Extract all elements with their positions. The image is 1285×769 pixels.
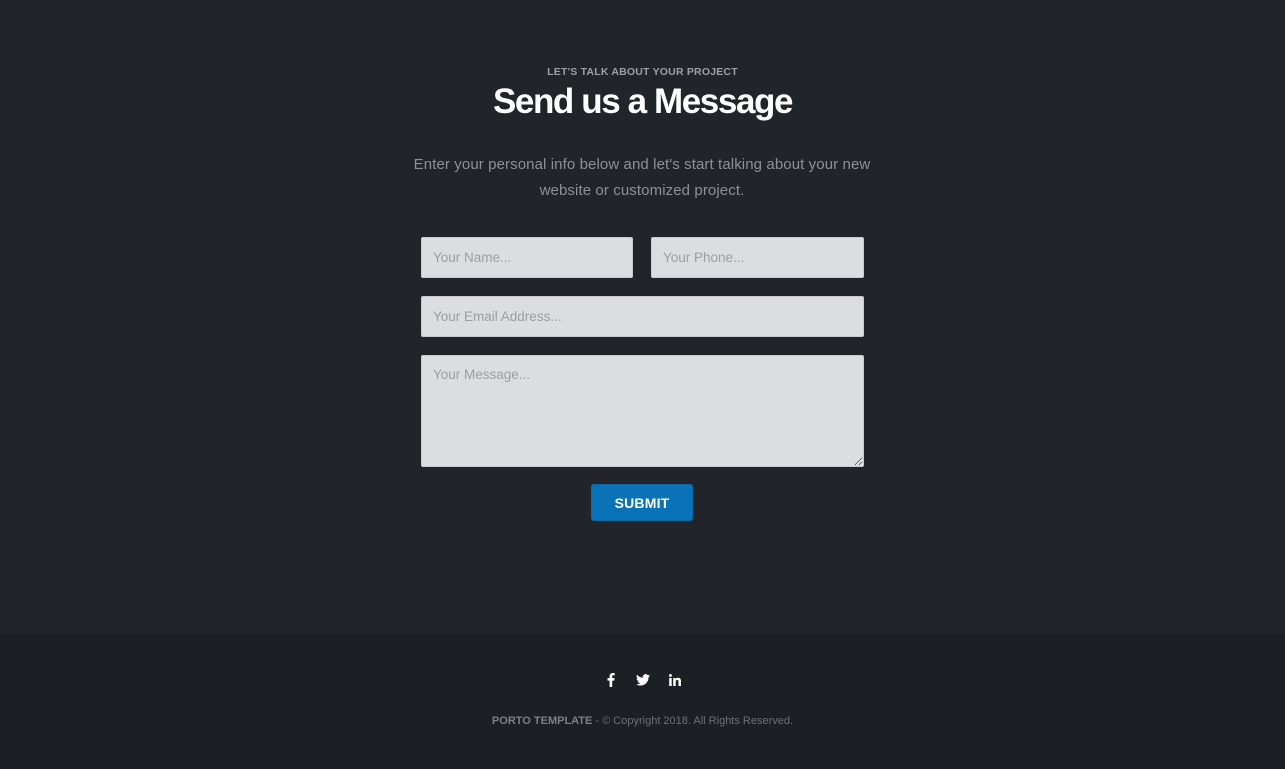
footer-brand: PORTO TEMPLATE [491, 715, 593, 727]
phone-field[interactable] [651, 237, 864, 278]
submit-button[interactable]: SUBMIT [591, 484, 693, 521]
contact-section: LET'S TALK ABOUT YOUR PROJECT Send us a … [0, 0, 1285, 634]
linkedin-link[interactable] [666, 671, 684, 689]
page-title: Send us a Message [492, 82, 794, 121]
name-field[interactable] [421, 237, 633, 278]
section-eyebrow: LET'S TALK ABOUT YOUR PROJECT [547, 66, 738, 78]
message-field[interactable] [421, 355, 864, 467]
facebook-icon [607, 673, 615, 687]
twitter-icon [635, 674, 650, 686]
copyright-text: PORTO TEMPLATE - © Copyright 2018. All R… [0, 715, 1285, 727]
footer: PORTO TEMPLATE - © Copyright 2018. All R… [0, 634, 1285, 769]
facebook-link[interactable] [602, 671, 620, 689]
social-links [0, 671, 1285, 689]
intro-text: Enter your personal info below and let's… [413, 156, 871, 199]
linkedin-icon [668, 674, 681, 686]
email-field[interactable] [421, 296, 864, 337]
copyright-notice: - © Copyright 2018. All Rights Reserved. [592, 715, 794, 727]
twitter-link[interactable] [634, 671, 652, 689]
